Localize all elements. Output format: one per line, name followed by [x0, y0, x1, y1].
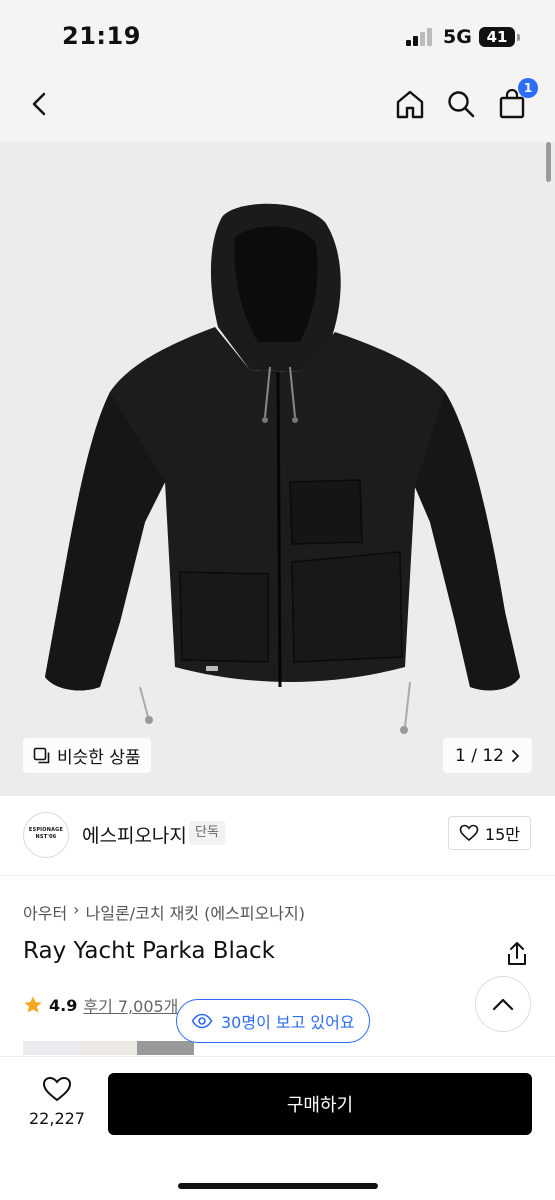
chevron-right-icon — [512, 749, 520, 762]
star-icon — [24, 996, 42, 1013]
brand-logo-subtext: NST'06 — [35, 833, 57, 840]
nav-header: 1 — [0, 70, 555, 142]
share-button[interactable] — [503, 940, 531, 968]
share-icon — [508, 942, 526, 965]
cellular-signal-icon — [406, 28, 434, 46]
color-option-thumbnail[interactable] — [23, 1041, 80, 1055]
rating-score: 4.9 — [49, 995, 78, 1015]
search-icon — [448, 91, 475, 118]
breadcrumb-item[interactable]: 나일론/코치 재킷 (에스피오나지) — [86, 900, 305, 924]
exclusive-badge: 단독 — [189, 821, 225, 845]
chevron-up-icon — [492, 998, 514, 1011]
brand-row[interactable]: ESPIONAGE NST'06 에스피오나지 단독 15만 — [0, 796, 555, 876]
product-image-gallery[interactable]: 비슷한 상품 1 / 12 — [0, 142, 555, 796]
heart-icon — [42, 1076, 72, 1102]
breadcrumb-item[interactable]: 아우터 — [23, 900, 67, 924]
search-button[interactable] — [441, 84, 481, 124]
brand-logo-text: ESPIONAGE — [28, 827, 64, 833]
color-option-strip[interactable] — [23, 1041, 194, 1055]
brand-like-button[interactable]: 15만 — [447, 816, 531, 850]
cart-button[interactable]: 1 — [492, 78, 538, 124]
similar-products-label: 비슷한 상품 — [57, 748, 141, 768]
network-type: 5G — [443, 26, 472, 48]
copy-icon — [33, 747, 50, 763]
chevron-left-icon — [32, 92, 46, 116]
bottom-action-bar: 22,227 구매하기 — [0, 1056, 555, 1200]
page-indicator-text: 1 / 12 — [455, 745, 504, 766]
back-button[interactable] — [20, 84, 60, 124]
eye-icon — [191, 1013, 213, 1029]
color-option-thumbnail[interactable] — [80, 1041, 137, 1055]
cart-count-badge: 1 — [518, 78, 538, 98]
similar-products-button[interactable]: 비슷한 상품 — [23, 738, 151, 773]
breadcrumb: 아우터 › 나일론/코치 재킷 (에스피오나지) — [23, 900, 305, 924]
buy-button[interactable]: 구매하기 — [108, 1073, 532, 1135]
rating-row: 4.9 후기 7,005개 — [23, 993, 178, 1017]
review-count-link[interactable]: 후기 7,005개 — [83, 993, 178, 1017]
product-image — [45, 203, 520, 734]
battery-icon: 41 — [479, 27, 520, 47]
heart-icon — [459, 824, 479, 842]
scroll-to-top-button[interactable] — [475, 976, 531, 1032]
home-button[interactable] — [390, 84, 430, 124]
status-time: 21:19 — [62, 22, 141, 50]
product-like-button[interactable]: 22,227 — [24, 1075, 90, 1128]
brand-like-count: 15만 — [484, 825, 520, 844]
live-viewers-text: 30명이 보고 있어요 — [221, 1013, 355, 1032]
color-option-thumbnail[interactable] — [137, 1041, 194, 1055]
status-bar: 21:19 5G 41 — [0, 0, 555, 70]
product-title: Ray Yacht Parka Black — [23, 938, 275, 964]
breadcrumb-separator-icon: › — [73, 900, 80, 919]
product-like-count: 22,227 — [29, 1109, 85, 1128]
live-viewers-pill: 30명이 보고 있어요 — [176, 999, 370, 1043]
brand-logo[interactable]: ESPIONAGE NST'06 — [23, 812, 69, 858]
image-page-indicator[interactable]: 1 / 12 — [443, 738, 532, 773]
home-icon — [396, 90, 424, 119]
home-indicator — [178, 1183, 378, 1189]
brand-name[interactable]: 에스피오나지 — [82, 821, 187, 848]
